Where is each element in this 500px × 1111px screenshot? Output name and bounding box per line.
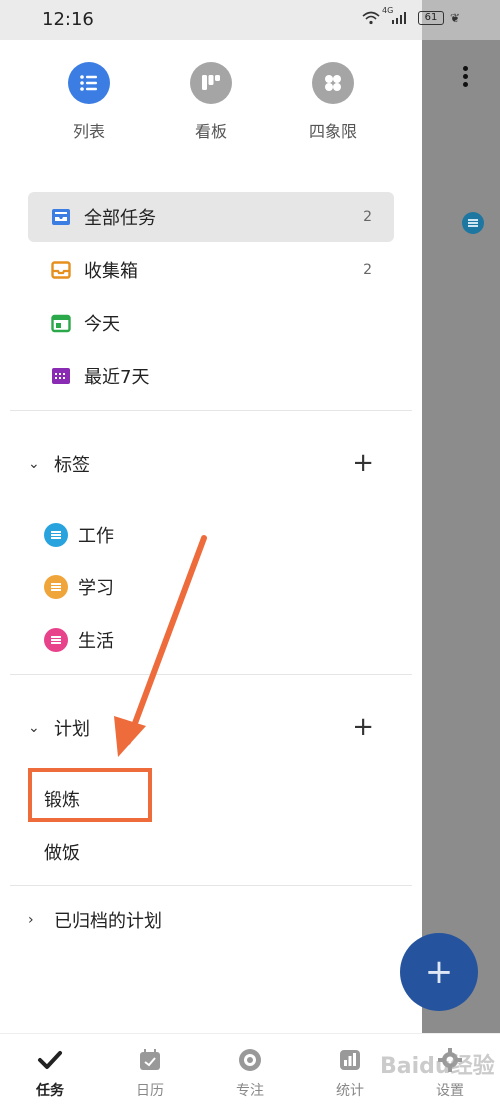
- plans-section-header[interactable]: ⌄ 计划 +: [28, 708, 394, 748]
- chevron-down-icon: ⌄: [28, 456, 40, 472]
- section-divider: [10, 885, 412, 886]
- archived-plans-row[interactable]: › 已归档的计划: [28, 900, 394, 940]
- wifi-icon: [362, 11, 380, 25]
- tab-tasks[interactable]: 任务: [10, 1046, 90, 1100]
- tab-settings-label: 设置: [436, 1083, 464, 1099]
- tab-focus-label: 专注: [236, 1083, 264, 1099]
- status-time: 12:16: [42, 9, 94, 30]
- system-icons: 4G 61 ❦: [362, 6, 462, 30]
- view-list-button[interactable]: 列表: [44, 62, 134, 142]
- view-quadrant-label: 四象限: [308, 122, 357, 141]
- add-plan-button[interactable]: +: [352, 712, 374, 742]
- tab-calendar-label: 日历: [136, 1083, 164, 1099]
- more-menu-icon[interactable]: [458, 64, 472, 90]
- view-kanban-button[interactable]: 看板: [166, 62, 256, 142]
- check-icon: [36, 1046, 64, 1074]
- nav-inbox[interactable]: 收集箱 2: [28, 245, 394, 295]
- nav-all-tasks-label: 全部任务: [84, 208, 156, 229]
- nav-inbox-count: 2: [363, 262, 372, 278]
- tag-item-study[interactable]: 学习: [44, 569, 114, 605]
- tag-item-label: 学习: [78, 578, 114, 599]
- stats-icon: [336, 1046, 364, 1074]
- nav-inbox-label: 收集箱: [84, 261, 138, 282]
- section-divider: [10, 674, 412, 675]
- tab-stats[interactable]: 统计: [310, 1046, 390, 1100]
- archived-plans-label: 已归档的计划: [54, 911, 162, 932]
- add-tag-button[interactable]: +: [352, 448, 374, 478]
- nav-all-tasks-count: 2: [363, 209, 372, 225]
- battery-level: 61: [424, 12, 438, 23]
- battery-icon: 61: [418, 11, 444, 25]
- status-bar: 12:16: [0, 0, 422, 40]
- plan-item-cooking[interactable]: 做饭: [44, 839, 80, 865]
- tab-calendar[interactable]: 日历: [110, 1046, 190, 1100]
- tag-list-icon: [44, 523, 68, 547]
- view-kanban-label: 看板: [194, 122, 227, 141]
- tag-list-icon: [44, 628, 68, 652]
- tag-list-icon: [44, 575, 68, 599]
- nav-next-7-days[interactable]: 最近7天: [28, 351, 394, 401]
- watermark-logo: Baidu经验: [380, 1054, 495, 1079]
- tab-tasks-label: 任务: [36, 1083, 64, 1099]
- tag-item-life[interactable]: 生活: [44, 622, 114, 658]
- kanban-icon: [190, 62, 232, 104]
- nav-all-tasks[interactable]: 全部任务 2: [28, 192, 394, 242]
- inbox-tray-icon: [51, 261, 71, 279]
- nav-today-label: 今天: [84, 314, 120, 335]
- tag-item-label: 生活: [78, 631, 114, 652]
- section-divider: [10, 410, 412, 411]
- view-quadrant-button[interactable]: 四象限: [288, 62, 378, 142]
- chevron-down-icon: ⌄: [28, 720, 40, 736]
- focus-icon: [236, 1046, 264, 1074]
- list-icon: [68, 62, 110, 104]
- plans-section-title: 计划: [54, 719, 90, 740]
- tags-section-header[interactable]: ⌄ 标签 +: [28, 444, 394, 484]
- annotation-highlight-box: [28, 768, 152, 822]
- calendar-icon: [136, 1046, 164, 1074]
- tab-stats-label: 统计: [336, 1083, 364, 1099]
- nav-next-7-days-label: 最近7天: [84, 367, 150, 388]
- list-badge-icon: [462, 212, 484, 234]
- calendar-week-icon: [52, 368, 70, 384]
- dimmed-app-background[interactable]: [422, 0, 500, 1033]
- chevron-right-icon: ›: [28, 912, 34, 928]
- plus-icon: +: [424, 952, 454, 992]
- nav-today[interactable]: 今天: [28, 298, 394, 348]
- signal-icon: [392, 12, 408, 24]
- view-list-label: 列表: [72, 122, 105, 141]
- quadrant-icon: [312, 62, 354, 104]
- tag-item-label: 工作: [78, 526, 114, 547]
- tab-focus[interactable]: 专注: [210, 1046, 290, 1100]
- power-saving-icon: ❦: [450, 11, 461, 25]
- tags-section-title: 标签: [54, 455, 90, 476]
- tag-item-work[interactable]: 工作: [44, 517, 114, 553]
- calendar-today-icon: [51, 314, 71, 333]
- inbox-stack-icon: [52, 209, 70, 225]
